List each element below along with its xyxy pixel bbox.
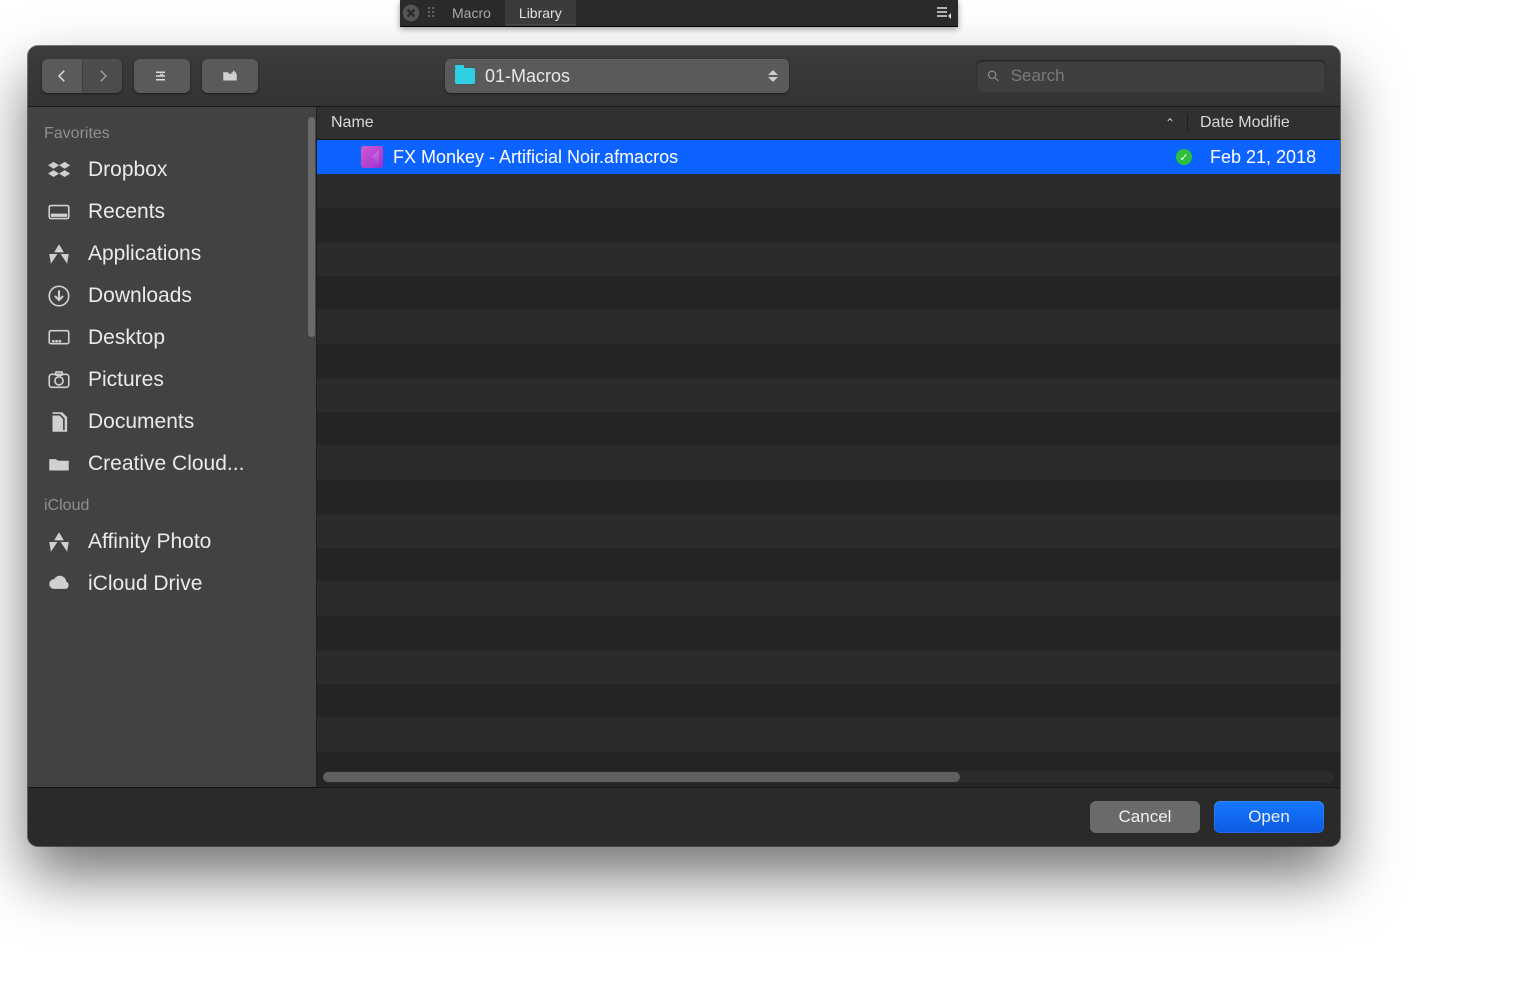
panel-tab-strip: ⠿ Macro Library: [400, 0, 958, 27]
search-field[interactable]: [976, 60, 1326, 92]
column-header-date[interactable]: Date Modifie: [1188, 114, 1340, 132]
sidebar-item-label: Pictures: [88, 368, 164, 392]
sidebar-item-label: Affinity Photo: [88, 530, 211, 554]
search-icon: [986, 68, 1001, 84]
sidebar-item-desktop[interactable]: Desktop: [28, 317, 316, 359]
folder-icon: [44, 451, 74, 477]
new-folder-button[interactable]: [202, 59, 258, 93]
file-open-dialog: 01-Macros Favorites Dropbox: [28, 46, 1340, 846]
open-button[interactable]: Open: [1214, 801, 1324, 833]
applications-icon: [44, 529, 74, 555]
downloads-icon: [44, 283, 74, 309]
panel-menu-icon[interactable]: [930, 0, 958, 26]
documents-icon: [44, 409, 74, 435]
file-date: Feb 21, 2018: [1210, 147, 1340, 168]
pictures-icon: [44, 367, 74, 393]
dialog-footer: Cancel Open: [28, 787, 1340, 846]
sidebar-item-pictures[interactable]: Pictures: [28, 359, 316, 401]
sidebar-item-label: iCloud Drive: [88, 572, 202, 596]
sidebar-item-documents[interactable]: Documents: [28, 401, 316, 443]
nav-back-forward: [42, 59, 122, 93]
tab-library[interactable]: Library: [505, 0, 576, 26]
current-folder-label: 01-Macros: [485, 66, 570, 87]
sidebar-item-icloud-drive[interactable]: iCloud Drive: [28, 563, 316, 605]
sidebar-item-label: Desktop: [88, 326, 165, 350]
sidebar-item-creative-cloud[interactable]: Creative Cloud...: [28, 443, 316, 485]
cloud-icon: [44, 571, 74, 597]
sidebar-item-applications[interactable]: Applications: [28, 233, 316, 275]
applications-icon: [44, 241, 74, 267]
sidebar-scrollbar[interactable]: [308, 117, 315, 337]
up-down-icon: [765, 63, 781, 89]
afmacros-file-icon: [361, 146, 383, 168]
file-list-pane: Name ⌃ Date Modifie FX Monkey - Artifici…: [316, 107, 1340, 787]
sidebar: Favorites Dropbox Recents Applications: [28, 107, 316, 787]
tab-macro[interactable]: Macro: [438, 0, 505, 26]
sort-ascending-icon: ⌃: [1165, 116, 1175, 130]
drag-handle-icon[interactable]: ⠿: [422, 0, 438, 26]
cancel-button[interactable]: Cancel: [1090, 801, 1200, 833]
scrollbar-thumb[interactable]: [323, 772, 960, 782]
sidebar-item-label: Applications: [88, 242, 201, 266]
column-header-row: Name ⌃ Date Modifie: [317, 107, 1340, 140]
view-mode-button[interactable]: [134, 59, 190, 93]
file-row[interactable]: FX Monkey - Artificial Noir.afmacros ✓ F…: [317, 140, 1340, 174]
sidebar-item-recents[interactable]: Recents: [28, 191, 316, 233]
recents-icon: [44, 199, 74, 225]
sidebar-item-label: Recents: [88, 200, 165, 224]
sidebar-item-downloads[interactable]: Downloads: [28, 275, 316, 317]
search-input[interactable]: [1009, 65, 1316, 87]
dropbox-icon: [44, 157, 74, 183]
sidebar-item-label: Documents: [88, 410, 194, 434]
sidebar-item-label: Downloads: [88, 284, 192, 308]
forward-button[interactable]: [82, 59, 122, 93]
horizontal-scrollbar[interactable]: [323, 771, 1334, 783]
folder-path-popup[interactable]: 01-Macros: [445, 59, 789, 93]
desktop-icon: [44, 325, 74, 351]
back-button[interactable]: [42, 59, 82, 93]
sidebar-item-label: Creative Cloud...: [88, 452, 244, 476]
folder-icon: [455, 68, 475, 84]
sidebar-header-icloud: iCloud: [28, 485, 316, 521]
sidebar-header-favorites: Favorites: [28, 113, 316, 149]
file-name: FX Monkey - Artificial Noir.afmacros: [393, 147, 1176, 168]
sidebar-item-dropbox[interactable]: Dropbox: [28, 149, 316, 191]
file-rows[interactable]: FX Monkey - Artificial Noir.afmacros ✓ F…: [317, 140, 1340, 787]
close-icon[interactable]: [400, 0, 422, 26]
sidebar-item-affinity-photo[interactable]: Affinity Photo: [28, 521, 316, 563]
dialog-toolbar: 01-Macros: [28, 46, 1340, 107]
column-header-name[interactable]: Name ⌃: [317, 114, 1188, 132]
sidebar-item-label: Dropbox: [88, 158, 167, 182]
sync-ok-icon: ✓: [1176, 149, 1192, 165]
